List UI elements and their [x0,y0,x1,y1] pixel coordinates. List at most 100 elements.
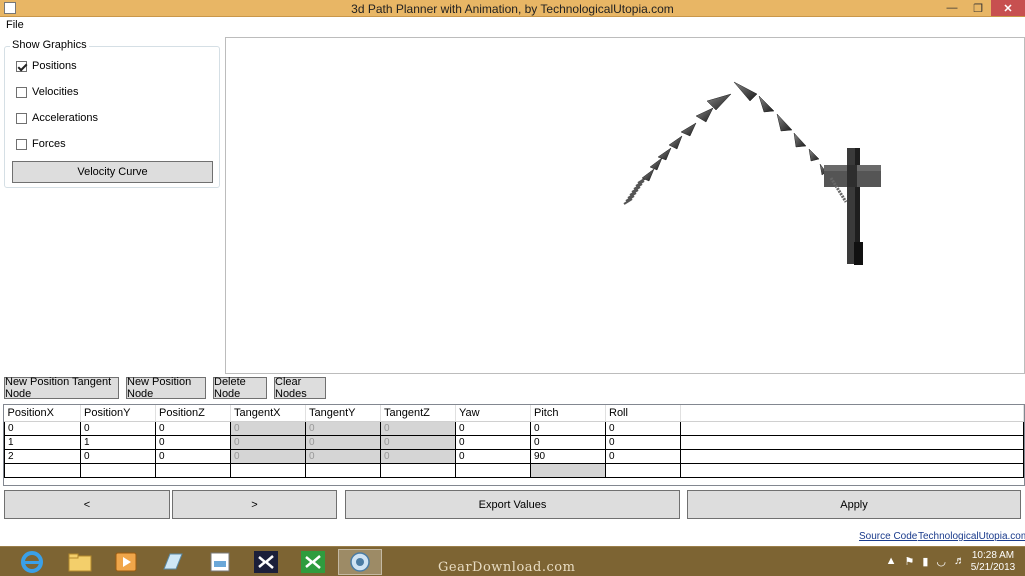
table-row[interactable]: 1 1 0 0 0 0 0 0 0 [4,434,1024,450]
show-hidden-icons-icon[interactable]: ▲ [886,555,897,568]
cell[interactable]: 1 [80,434,156,450]
export-values-button[interactable]: Export Values [345,490,680,519]
column-header[interactable]: Pitch [530,405,606,422]
column-header[interactable]: PositionX [4,405,81,422]
column-header[interactable]: PositionY [80,405,156,422]
restore-button[interactable]: ❐ [965,0,991,16]
internet-explorer-icon[interactable] [10,549,54,575]
column-header[interactable]: Roll [605,405,681,422]
cell[interactable] [4,462,81,478]
path-start-coil [623,177,647,205]
cell[interactable]: 0 [455,448,531,464]
window-title: 3d Path Planner with Animation, by Techn… [351,2,674,16]
clock-time: 10:28 AM [971,550,1015,561]
column-header[interactable]: TangentX [230,405,306,422]
cell[interactable]: 0 [455,420,531,436]
previous-button[interactable]: < [4,490,170,519]
end-frame-object [824,148,881,265]
source-code-link[interactable]: Source Code [859,531,917,542]
cell-readonly: 0 [305,434,381,450]
velocity-curve-button[interactable]: Velocity Curve [12,161,213,183]
menu-file[interactable]: File [6,19,24,31]
cell-readonly: 0 [380,448,456,464]
positions-checkbox[interactable]: Positions [16,60,77,72]
forces-checkbox[interactable]: Forces [16,138,66,150]
checkbox-checked-icon[interactable] [16,60,27,72]
minimize-button[interactable]: — [939,0,965,16]
cell[interactable]: 0 [80,448,156,464]
cell-readonly: 0 [230,448,306,464]
cell[interactable]: 0 [530,420,606,436]
cell-filler [680,434,1024,450]
cell-filler [680,420,1024,436]
delete-node-button[interactable]: Delete Node [213,376,267,400]
cell[interactable] [80,462,156,478]
next-button[interactable]: > [172,490,337,519]
apply-button[interactable]: Apply [687,490,1021,519]
cell[interactable]: 0 [155,420,231,436]
cell[interactable]: 2 [4,448,81,464]
cell[interactable]: 0 [455,434,531,450]
paint-app-icon[interactable] [198,549,242,575]
cell[interactable]: 0 [605,434,681,450]
new-row[interactable] [4,462,1024,478]
cell[interactable] [530,462,606,478]
cell[interactable]: 0 [4,420,81,436]
visual-studio-express-icon[interactable] [291,549,335,575]
file-explorer-icon[interactable] [58,549,102,575]
cell-readonly: 0 [380,420,456,436]
client-area: Show Graphics Positions Velocities Accel… [0,33,1025,546]
cell[interactable] [305,462,381,478]
column-header[interactable]: PositionZ [155,405,231,422]
notes-app-icon[interactable] [150,549,194,575]
cell[interactable] [455,462,531,478]
clock-date: 5/21/2013 [970,562,1016,573]
cell[interactable]: 0 [80,420,156,436]
new-position-tangent-node-button[interactable]: New Position Tangent Node [4,376,119,400]
table-row[interactable]: 0 0 0 0 0 0 0 0 0 [4,420,1024,436]
clear-nodes-button[interactable]: Clear Nodes [274,376,326,400]
column-header-filler [680,405,1024,422]
network-icon[interactable]: ◡ [936,555,946,568]
cell[interactable] [605,462,681,478]
visual-studio-icon[interactable] [244,549,288,575]
new-position-node-button[interactable]: New Position Node [126,376,206,400]
cell[interactable]: 0 [605,448,681,464]
close-button[interactable]: ✕ [991,0,1025,16]
flag-icon[interactable]: ⚑ [904,555,914,568]
checkbox-icon[interactable] [16,86,27,98]
accelerations-checkbox[interactable]: Accelerations [16,112,98,124]
menu-bar: File [0,17,1025,33]
column-header[interactable]: TangentY [305,405,381,422]
cell[interactable]: 90 [530,448,606,464]
cell[interactable]: 0 [155,448,231,464]
cell-readonly: 0 [230,434,306,450]
checkbox-label: Positions [32,60,77,72]
cell[interactable]: 0 [605,420,681,436]
checkbox-label: Velocities [32,86,79,98]
volume-icon[interactable]: ♬ [954,555,965,568]
path-visualization [623,81,881,265]
cell[interactable]: 0 [155,434,231,450]
velocities-checkbox[interactable]: Velocities [16,86,78,98]
cell[interactable]: 1 [4,434,81,450]
cell-filler [680,462,1024,478]
checkbox-icon[interactable] [16,138,27,150]
clock[interactable]: 10:28 AM 5/21/2013 [967,550,1019,574]
path-planner-app-icon[interactable] [338,549,382,575]
column-header[interactable]: TangentZ [380,405,456,422]
cell[interactable] [155,462,231,478]
3d-viewport[interactable] [225,37,1025,374]
site-link[interactable]: TechnologicalUtopia.com [918,531,1025,542]
cell[interactable] [380,462,456,478]
cell[interactable]: 0 [530,434,606,450]
media-player-icon[interactable] [104,549,148,575]
cell[interactable] [230,462,306,478]
battery-icon[interactable]: ▮ [922,555,928,568]
cell-readonly: 0 [380,434,456,450]
checkbox-icon[interactable] [16,112,27,124]
nodes-data-grid[interactable]: PositionX PositionY PositionZ TangentX T… [3,404,1025,486]
column-header[interactable]: Yaw [455,405,531,422]
cell-readonly: 0 [230,420,306,436]
table-row[interactable]: 2 0 0 0 0 0 0 90 0 [4,448,1024,464]
